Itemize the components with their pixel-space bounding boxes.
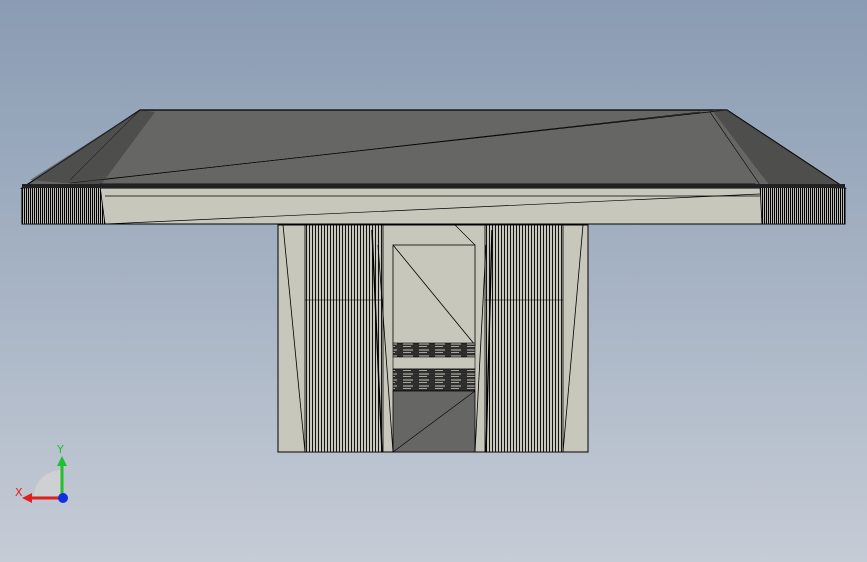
model-view[interactable] <box>0 0 867 562</box>
graphics-viewport[interactable]: Y X <box>0 0 867 562</box>
y-axis-label: Y <box>56 443 64 456</box>
triad-plane-icon <box>34 470 62 496</box>
x-axis-label: X <box>15 486 23 499</box>
z-axis-icon <box>58 493 68 503</box>
pedestal-body[interactable] <box>277 224 589 453</box>
table-top[interactable] <box>20 109 847 225</box>
axis-triad: Y X <box>15 443 68 503</box>
